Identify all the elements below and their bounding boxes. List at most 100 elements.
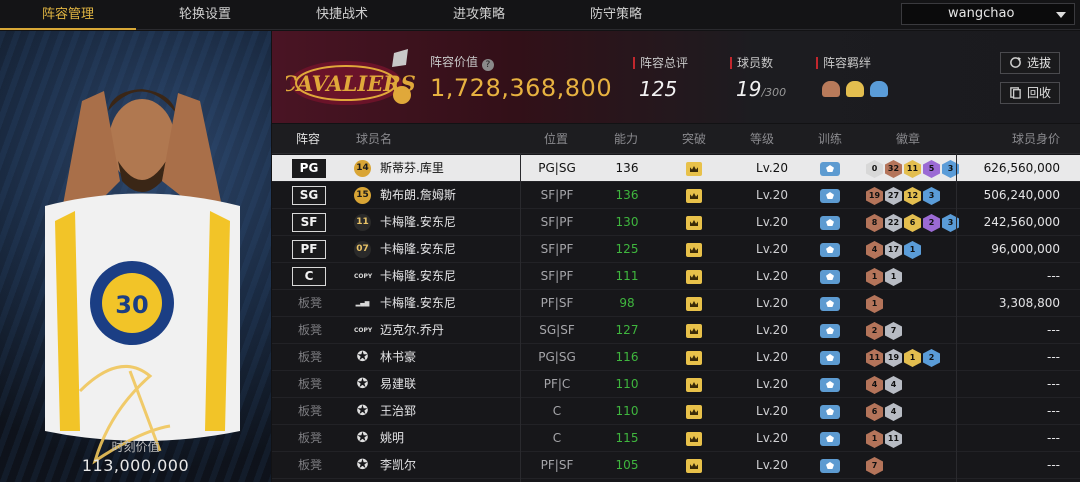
badge-group[interactable]: 64 <box>866 403 904 421</box>
player-name[interactable]: 卡梅隆.安东尼 <box>380 263 456 290</box>
player-name[interactable]: 姚明 <box>380 425 404 452</box>
breakthrough-crown-icon[interactable] <box>686 216 702 230</box>
player-card[interactable]: 30 时刻价值 113,000,000 <box>0 31 271 482</box>
player-name[interactable]: 斯蒂芬.库里 <box>380 155 444 182</box>
breakthrough-crown-icon[interactable] <box>686 405 702 419</box>
tab-defense-strategy[interactable]: 防守策略 <box>548 0 684 30</box>
col-breakthrough[interactable]: 突破 <box>682 124 706 154</box>
badge-group[interactable]: 11 19 1 2 <box>866 349 942 367</box>
col-name[interactable]: 球员名 <box>356 124 392 154</box>
table-row[interactable]: C COPY 卡梅隆.安东尼 SF|PF 111 Lv.20 1 1 --- <box>272 263 1080 290</box>
player-name[interactable]: 卡梅隆.安东尼 <box>380 290 456 317</box>
badge-group[interactable]: 11 <box>866 268 904 286</box>
badge-group[interactable]: 7 <box>866 457 885 475</box>
jersey-number-icon: ✪ <box>356 349 369 365</box>
table-row[interactable]: SF 11 卡梅隆.安东尼 SF|PF 130 Lv.20 8 22 6 2 3 242,560,00… <box>272 209 1080 236</box>
col-level[interactable]: 等级 <box>750 124 774 154</box>
select-button[interactable]: 选拔 <box>1000 52 1060 74</box>
breakthrough-crown-icon[interactable] <box>686 243 702 257</box>
badge-count: 12 <box>904 187 921 205</box>
table-row[interactable]: 板凳 ✪ 易建联 PF|C 110 Lv.20 4 4 --- <box>272 371 1080 398</box>
badge-count: 1 <box>866 295 883 313</box>
table-row[interactable]: 板凳 ✪ 王治郅 C 110 Lv.20 6 4 --- <box>272 398 1080 425</box>
training-icon[interactable] <box>820 459 840 473</box>
training-icon[interactable] <box>820 297 840 311</box>
player-name[interactable]: 卡梅隆.安东尼 <box>380 209 456 236</box>
breakthrough-crown-icon[interactable] <box>686 297 702 311</box>
breakthrough-crown-icon[interactable] <box>686 459 702 473</box>
col-badges[interactable]: 徽章 <box>896 124 920 154</box>
badge-group[interactable]: 27 <box>866 322 904 340</box>
breakthrough-crown-icon[interactable] <box>686 189 702 203</box>
lineup-rating-label: 阵容总评 <box>633 54 688 71</box>
col-ability[interactable]: 能力 <box>614 124 638 154</box>
table-row[interactable]: 板凳 COPY 迈克尔.乔丹 SG|SF 127 Lv.20 2 7 --- <box>272 317 1080 344</box>
table-row[interactable]: SG 15 勒布朗.詹姆斯 SF|PF 136 Lv.20 19 27 12 3 506,240,0… <box>272 182 1080 209</box>
training-icon[interactable] <box>820 189 840 203</box>
bond-gold-icon[interactable] <box>846 81 864 97</box>
training-icon[interactable] <box>820 405 840 419</box>
badge-count: 1 <box>904 349 921 367</box>
col-training[interactable]: 训练 <box>818 124 842 154</box>
training-icon[interactable] <box>820 216 840 230</box>
col-lineup[interactable]: 阵容 <box>296 124 320 154</box>
badge-count: 19 <box>866 187 883 205</box>
player-name[interactable]: 林书豪 <box>380 344 416 371</box>
table-row[interactable]: 板凳 ✪ 李凯尔 PF|SF 105 Lv.20 7 --- <box>272 452 1080 479</box>
badge-count: 1 <box>885 268 902 286</box>
player-level: Lv.20 <box>756 377 788 391</box>
recycle-button[interactable]: 回收 <box>1000 82 1060 104</box>
tab-quick-tactics[interactable]: 快捷战术 <box>274 0 410 30</box>
tab-lineup-management[interactable]: 阵容管理 <box>0 0 136 30</box>
badge-count: 4 <box>866 376 883 394</box>
training-icon[interactable] <box>820 243 840 257</box>
table-row[interactable]: 板凳 ▂▄▆ 卡梅隆.安东尼 PF|SF 98 Lv.20 1 3,308,800 <box>272 290 1080 317</box>
badge-group[interactable]: 1 <box>866 295 885 313</box>
player-name[interactable]: 迈克尔.乔丹 <box>380 317 444 344</box>
badge-count: 6 <box>904 214 921 232</box>
player-name[interactable]: 李凯尔 <box>380 452 416 479</box>
player-name[interactable]: 王治郅 <box>380 398 416 425</box>
help-icon[interactable]: ? <box>481 59 494 71</box>
team-logo: CAVALIERS <box>286 49 416 105</box>
badge-group[interactable]: 44 <box>866 376 904 394</box>
breakthrough-crown-icon[interactable] <box>686 378 702 392</box>
table-row[interactable]: 板凳 ✪ 姚明 C 115 Lv.20 1 11 --- <box>272 425 1080 452</box>
col-position[interactable]: 位置 <box>544 124 568 154</box>
player-level: Lv.20 <box>756 323 788 337</box>
table-row[interactable]: 板凳 ✪ 林书豪 PG|SG 116 Lv.20 11 19 1 2 --- <box>272 344 1080 371</box>
bond-icons[interactable] <box>822 79 892 99</box>
badge-group[interactable]: 8 22 6 2 3 <box>866 214 961 232</box>
player-name[interactable]: 勒布朗.詹姆斯 <box>380 182 456 209</box>
training-icon[interactable] <box>820 270 840 284</box>
jersey-number-icon: ✪ <box>356 376 369 392</box>
player-name[interactable]: 易建联 <box>380 371 416 398</box>
training-icon[interactable] <box>820 378 840 392</box>
badge-count: 32 <box>885 160 902 178</box>
badge-group[interactable]: 19 27 12 3 <box>866 187 942 205</box>
player-ability: 110 <box>615 377 639 391</box>
training-icon[interactable] <box>820 162 840 176</box>
badge-group[interactable]: 0 32 11 5 3 <box>866 160 961 178</box>
table-row[interactable]: PG 14 斯蒂芬.库里 PG|SG 136 Lv.20 0 32 11 5 3 626,560,00… <box>272 155 1080 182</box>
breakthrough-crown-icon[interactable] <box>686 432 702 446</box>
breakthrough-crown-icon[interactable] <box>686 324 702 338</box>
training-icon[interactable] <box>820 324 840 338</box>
badge-group[interactable]: 1 11 <box>866 430 904 448</box>
player-name[interactable]: 卡梅隆.安东尼 <box>380 236 456 263</box>
table-row[interactable]: PF 07 卡梅隆.安东尼 SF|PF 125 Lv.20 4 17 1 96,000,000 <box>272 236 1080 263</box>
bond-blue-icon[interactable] <box>870 81 888 97</box>
badge-group[interactable]: 4 17 1 <box>866 241 923 259</box>
breakthrough-crown-icon[interactable] <box>686 270 702 284</box>
training-icon[interactable] <box>820 432 840 446</box>
player-ability: 105 <box>615 458 639 472</box>
slot-badge: PF <box>292 240 326 259</box>
col-salary[interactable]: 球员身价 <box>1012 124 1060 154</box>
breakthrough-crown-icon[interactable] <box>686 351 702 365</box>
bond-bronze-icon[interactable] <box>822 81 840 97</box>
tab-rotation-settings[interactable]: 轮换设置 <box>137 0 273 30</box>
breakthrough-crown-icon[interactable] <box>686 162 702 176</box>
user-select[interactable]: wangchao <box>901 3 1075 25</box>
training-icon[interactable] <box>820 351 840 365</box>
tab-offense-strategy[interactable]: 进攻策略 <box>411 0 547 30</box>
